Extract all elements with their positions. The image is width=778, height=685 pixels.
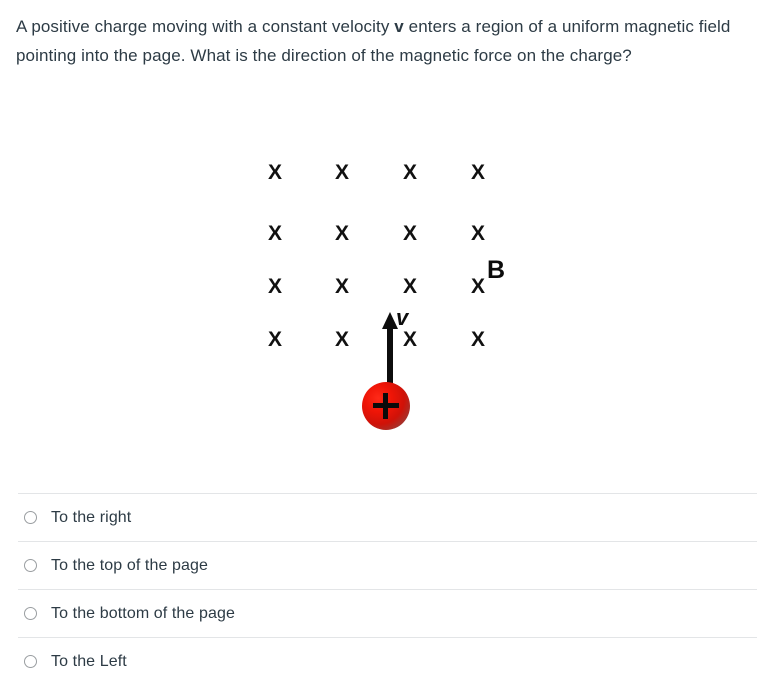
- radio-button-icon[interactable]: [24, 655, 37, 668]
- field-x-mark: X: [402, 222, 417, 245]
- magnetic-field-label-B: B: [487, 256, 506, 284]
- field-x-mark: X: [470, 222, 485, 245]
- field-x-mark: X: [334, 275, 349, 298]
- velocity-label-v: v: [396, 305, 409, 330]
- radio-button-icon[interactable]: [24, 559, 37, 572]
- answer-option-row[interactable]: To the top of the page: [18, 541, 757, 589]
- answer-option-label: To the bottom of the page: [51, 604, 235, 622]
- field-x-mark: X: [267, 328, 282, 351]
- field-x-mark: X: [267, 275, 282, 298]
- field-x-mark: X: [334, 222, 349, 245]
- field-x-mark: X: [267, 222, 282, 245]
- question-text-part-1: A positive charge moving with a constant…: [16, 17, 395, 36]
- field-x-mark: X: [402, 161, 417, 184]
- positive-charge-icon: [362, 382, 410, 430]
- field-x-mark: X: [334, 328, 349, 351]
- answer-option-label: To the top of the page: [51, 556, 208, 574]
- velocity-symbol-inline: v: [394, 17, 404, 36]
- magnetic-field-diagram: XXXXXXXXXXXXXXXX B v: [0, 120, 778, 465]
- field-x-mark: X: [470, 161, 485, 184]
- radio-button-icon[interactable]: [24, 511, 37, 524]
- answer-option-label: To the right: [51, 508, 132, 526]
- answer-option-row[interactable]: To the Left: [18, 637, 757, 685]
- answer-option-row[interactable]: To the bottom of the page: [18, 589, 757, 637]
- arrow-shaft: [387, 324, 393, 388]
- question-text: A positive charge moving with a constant…: [16, 12, 764, 70]
- plus-sign-vertical: [383, 393, 388, 419]
- answer-option-label: To the Left: [51, 652, 127, 670]
- field-x-mark: X: [402, 275, 417, 298]
- field-x-mark: X: [334, 161, 349, 184]
- field-x-mark: X: [470, 328, 485, 351]
- answer-options-list: To the right To the top of the page To the…: [18, 493, 757, 685]
- answer-option-row[interactable]: To the right: [18, 493, 757, 541]
- radio-button-icon[interactable]: [24, 607, 37, 620]
- field-x-mark: X: [267, 161, 282, 184]
